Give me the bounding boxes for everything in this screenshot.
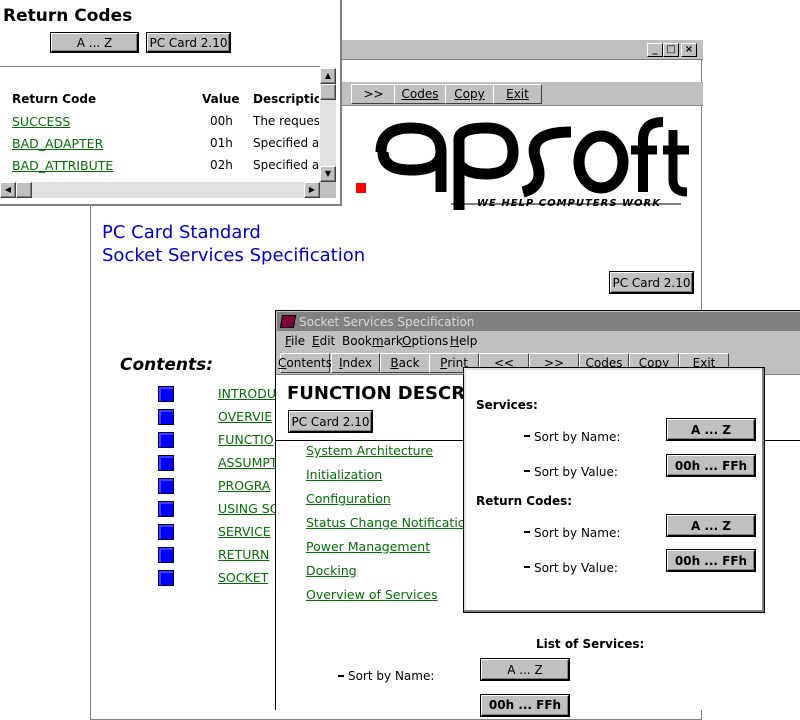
scroll-right-icon[interactable]: ▶ [304,182,320,198]
column-header-value: Value [202,92,240,106]
bullet-icon [524,470,530,472]
contents-item[interactable]: RETURN [218,547,269,562]
contents-item[interactable]: SERVICE [218,524,271,539]
column-header-return-code: Return Code [12,92,97,106]
contents-bullet-icon [158,455,174,471]
column-header-description: Description [253,92,319,106]
return-codes-window: Return Codes A ... Z PC Card 2.10 Return… [0,0,342,206]
document-title-line1: PC Card Standard [102,222,261,243]
section-link[interactable]: Power Management [306,539,430,554]
menu-bar: File Edit Bookmark Options Help [276,332,800,351]
return-codes-divider [0,66,320,68]
pccard-version-button[interactable]: PC Card 2.10 [147,33,230,52]
section-link[interactable]: System Architecture [306,443,433,458]
scrollbar-corner [320,182,336,198]
scroll-thumb[interactable] [320,84,336,100]
contents-bullet-icon [158,478,174,494]
menu-edit[interactable]: Edit [312,334,335,348]
bullet-icon [524,435,530,437]
services-sort-az-button[interactable]: A ... Z [667,419,755,440]
sort-az-button[interactable]: A ... Z [481,659,569,680]
services-sort-hex-button[interactable]: 00h ... FFh [667,455,755,476]
table-row-desc: The request [253,114,319,128]
contents-item[interactable]: FUNCTIO [218,432,274,447]
bullet-icon [524,531,530,533]
bullet-icon [338,675,344,677]
toolbar-contents-button[interactable]: Contents [278,353,332,373]
table-row-code[interactable]: BAD_ATTRIBUTE [12,158,113,173]
toolbar-next-button[interactable]: >> [351,84,396,104]
table-row-value: 01h [210,136,233,150]
contents-item[interactable]: SOCKET [218,570,268,585]
contents-bullet-icon [158,409,174,425]
contents-heading: Contents: [120,355,214,375]
table-row-value: 02h [210,158,233,172]
window-title: Socket Services Specification [299,315,475,329]
contents-item[interactable]: PROGRA [218,478,270,493]
section-link[interactable]: Configuration [306,491,391,506]
section-link[interactable]: Initialization [306,467,382,482]
table-row-code[interactable]: SUCCESS [12,114,70,129]
sort-az-button[interactable]: A ... Z [51,33,138,52]
contents-bullet-icon [158,386,174,402]
section-link[interactable]: Status Change Notification [306,515,473,530]
horizontal-scrollbar[interactable]: ◀ ▶ [0,182,320,198]
sort-by-value-label: Sort by Value: [534,561,618,575]
sort-by-value-label: Sort by Value: [534,465,618,479]
codes-sort-hex-button[interactable]: 00h ... FFh [667,550,755,571]
contents-bullet-icon [158,432,174,448]
menu-file[interactable]: File [285,334,305,348]
return-codes-title: Return Codes [3,6,133,26]
sort-by-name-label: Sort by Name: [534,430,621,444]
table-row-code[interactable]: BAD_ADAPTER [12,136,103,151]
minimize-icon[interactable]: _ [647,43,663,57]
contents-bullet-icon [158,547,174,563]
document-title-line2: Socket Services Specification [102,245,366,266]
toolbar-copy-button[interactable]: Copy [445,84,494,104]
vertical-scrollbar[interactable]: ▲ ▼ [320,68,336,182]
section-link[interactable]: Docking [306,563,357,578]
contents-bullet-icon [158,570,174,586]
scroll-left-icon[interactable]: ◀ [0,182,16,198]
toolbar-exit-button[interactable]: Exit [493,84,542,104]
sort-by-value-button[interactable]: 00h ... FFh [481,695,569,716]
toolbar-codes-button[interactable]: Codes [394,84,446,104]
close-icon[interactable]: × [681,43,697,57]
contents-item[interactable]: ASSUMPT [218,455,278,470]
contents-item[interactable]: OVERVIE [218,409,272,424]
table-row-value: 00h [210,114,233,128]
contents-item[interactable]: INTRODU [218,386,276,401]
toolbar-back-button[interactable]: Back [380,353,430,373]
pccard-version-button[interactable]: PC Card 2.10 [610,272,693,293]
contents-bullet-icon [158,524,174,540]
menu-help[interactable]: Help [450,334,477,348]
menu-options[interactable]: Options [402,334,448,348]
table-row-desc: Specified ad [253,136,319,150]
table-row-desc: Specified at [253,158,319,172]
maximize-icon[interactable]: □ [663,43,679,57]
services-section-label: Services: [476,398,538,412]
pccard-version-button[interactable]: PC Card 2.10 [289,411,372,432]
logo-tagline: WE HELP COMPUTERS WORK [477,198,661,209]
logo-red-square [356,183,366,193]
codes-sort-az-button[interactable]: A ... Z [667,515,755,536]
book-icon [279,315,297,328]
sort-by-name-label: Sort by Name: [348,669,435,683]
sort-by-name-label: Sort by Name: [534,526,621,540]
codes-popup: Services: Sort by Name: A ... Z Sort by … [463,367,765,613]
page-heading: FUNCTION DESCRI [287,383,472,404]
scroll-down-icon[interactable]: ▼ [320,166,336,182]
menu-bookmark[interactable]: Bookmark [342,334,403,348]
toolbar-index-button[interactable]: Index [331,353,380,373]
return-codes-section-label: Return Codes: [476,494,573,508]
section-link[interactable]: Overview of Services [306,587,438,602]
bullet-icon [524,566,530,568]
scroll-thumb[interactable] [16,182,32,198]
contents-bullet-icon [158,501,174,517]
window-title-bar: Socket Services Specification [276,311,800,332]
scroll-up-icon[interactable]: ▲ [320,68,336,84]
list-of-services-heading: List of Services: [536,637,645,651]
contents-item[interactable]: USING SO [218,501,280,516]
